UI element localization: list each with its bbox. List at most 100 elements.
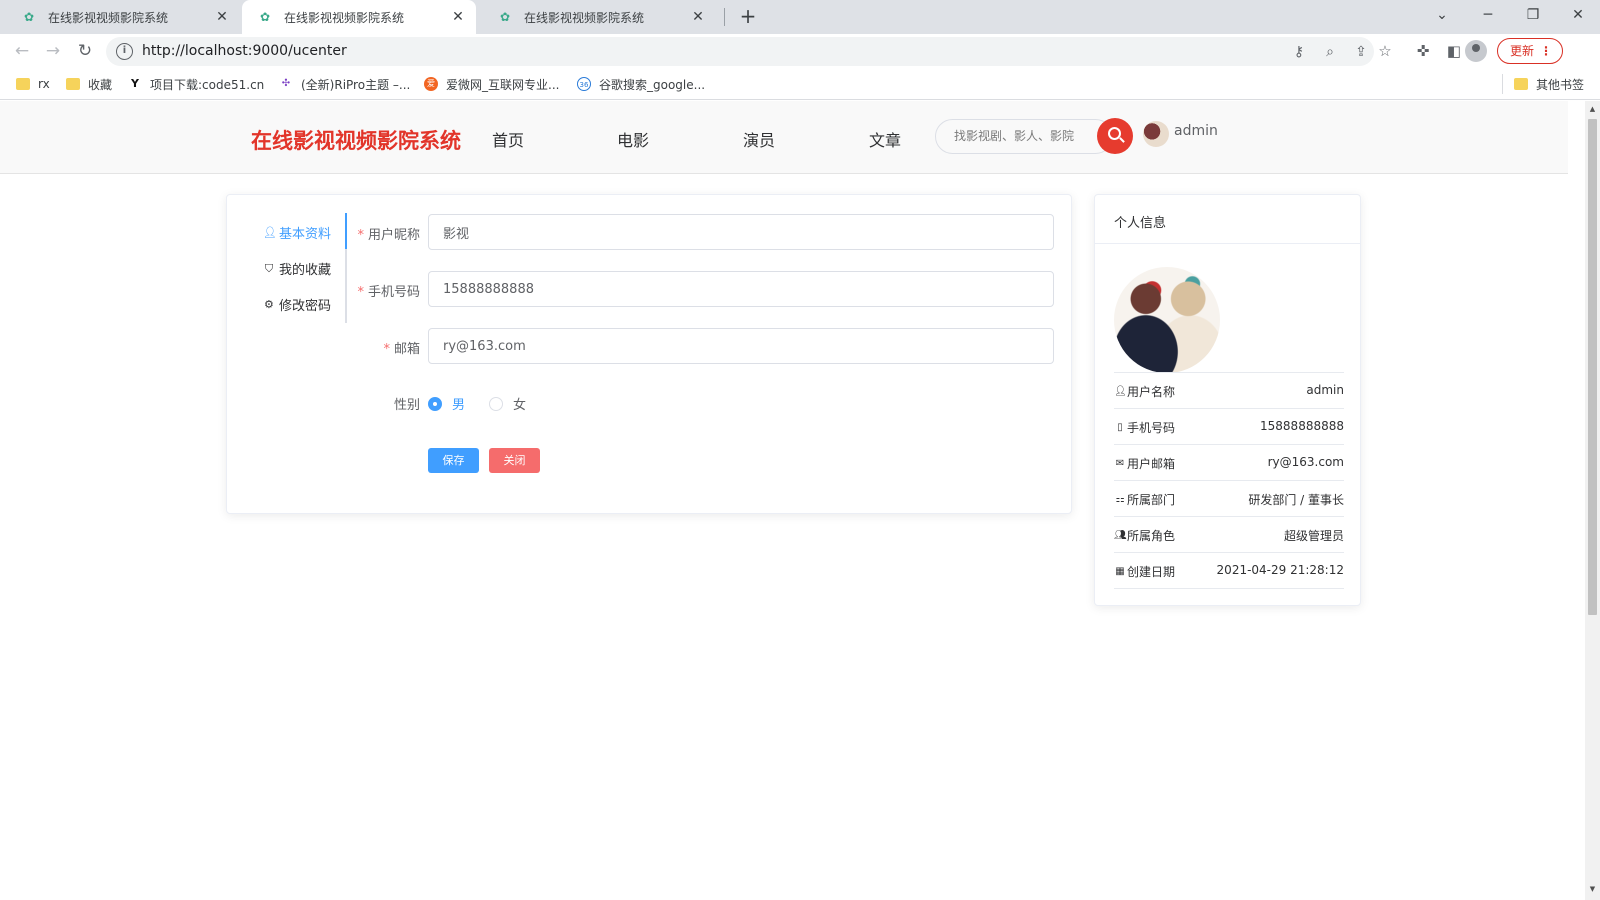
close-icon[interactable]: ✕ xyxy=(214,9,230,25)
info-row-department: ⚏ 所属部门 研发部门 / 董事长 xyxy=(1114,480,1344,516)
forward-arrow-icon[interactable]: → xyxy=(41,39,65,63)
phone-icon: ▯ xyxy=(1117,422,1123,433)
bookmark-code51[interactable]: Y 项目下载:code51.cn xyxy=(128,75,264,93)
menu-change-password[interactable]: ⚙ 修改密码 xyxy=(263,295,331,314)
info-key: 👤︎ 用户名称 xyxy=(1114,385,1176,399)
info-value: 15888888888 xyxy=(1260,419,1344,433)
close-icon[interactable]: ✕ xyxy=(450,9,466,25)
tab-title: 在线影视视频影院系统 xyxy=(284,10,405,25)
profile-side-menu: 👤︎ 基本资料 ⛉ 我的收藏 ⚙ 修改密码 xyxy=(227,213,347,323)
ripro-icon: ✣ xyxy=(281,78,291,89)
browser-tab-2[interactable]: ✿ 在线影视视频影院系统 ✕ xyxy=(242,0,476,34)
back-arrow-icon[interactable]: ← xyxy=(10,39,34,63)
menu-label: 基本资料 xyxy=(278,227,331,242)
info-row-role: 👥︎ 所属角色 超级管理员 xyxy=(1114,516,1344,552)
bookmark-label: 收藏 xyxy=(88,77,113,92)
date-icon: ▦ xyxy=(1115,566,1125,577)
bookmark-google-search[interactable]: 36 谷歌搜索_google... xyxy=(577,75,705,93)
tab-search-chevron-down-icon[interactable]: ⌄ xyxy=(1420,0,1464,30)
browser-toolbar: ← → ↻ i http://localhost:9000/ucenter ⚷ … xyxy=(0,34,1600,68)
profile-form-card: 👤︎ 基本资料 ⛉ 我的收藏 ⚙ 修改密码 *用户昵称 *手机号码 *邮箱 性别… xyxy=(226,194,1072,514)
tab-separator xyxy=(724,8,725,26)
info-row-email: ✉ 用户邮箱 ry@163.com xyxy=(1114,444,1344,480)
aiwei-icon: 爱 xyxy=(424,77,438,91)
info-key: 👥︎ 所属角色 xyxy=(1114,529,1176,543)
close-icon[interactable]: ✕ xyxy=(690,9,706,25)
scroll-thumb[interactable] xyxy=(1588,119,1597,615)
menu-basic-info[interactable]: 👤︎ 基本资料 xyxy=(263,223,331,242)
radio-checked-icon xyxy=(428,396,442,411)
close-window-button[interactable]: ✕ xyxy=(1556,0,1600,30)
site-info-icon[interactable]: i xyxy=(116,43,133,60)
email-input[interactable] xyxy=(428,328,1054,364)
avatar[interactable] xyxy=(1114,267,1220,373)
page-scrollbar[interactable]: ▲ ▼ xyxy=(1585,101,1600,900)
bookmark-ripro[interactable]: ✣ (全新)RiPro主题 –... xyxy=(279,75,411,93)
tab-title: 在线影视视频影院系统 xyxy=(48,10,169,25)
personal-info-card: 个人信息 👤︎ 用户名称 admin ▯ 手机号码 15888888888 ✉ 用户邮… xyxy=(1094,194,1361,606)
header-username[interactable]: admin xyxy=(1174,123,1218,139)
search-input[interactable] xyxy=(954,129,1084,143)
new-tab-button[interactable]: + xyxy=(736,5,760,29)
share-icon[interactable]: ⇪ xyxy=(1351,42,1371,62)
info-row-created-date: ▦ 创建日期 2021-04-29 21:28:12 xyxy=(1114,552,1344,588)
star-icon[interactable]: ☆ xyxy=(1374,40,1396,62)
bookmark-favorites[interactable]: 收藏 xyxy=(66,75,112,93)
bookmark-divider xyxy=(1502,74,1503,94)
bookmark-label: 项目下载:code51.cn xyxy=(150,77,265,92)
bookmark-aiwei[interactable]: 爱 爱微网_互联网专业... xyxy=(424,75,559,93)
scroll-down-arrow-icon[interactable]: ▼ xyxy=(1588,885,1597,895)
bookmark-other[interactable]: 其他书签 xyxy=(1514,75,1584,93)
update-button[interactable]: 更新 ⋮ xyxy=(1497,38,1563,64)
user-icon: 👤︎ xyxy=(262,226,277,239)
search-icon-handle xyxy=(1119,137,1125,143)
bookmark-label: 谷歌搜索_google... xyxy=(599,77,706,92)
close-button[interactable]: 关闭 xyxy=(489,448,540,473)
folder-icon xyxy=(1514,78,1528,90)
minimize-button[interactable]: ─ xyxy=(1466,0,1510,30)
extensions-puzzle-icon[interactable]: ✜ xyxy=(1412,40,1434,62)
key-icon[interactable]: ⚷ xyxy=(1289,42,1309,62)
zoom-icon[interactable]: ⌕ xyxy=(1320,42,1340,62)
menu-label: 我的收藏 xyxy=(278,263,331,278)
site-favicon-icon: ✿ xyxy=(260,10,271,24)
bookmark-rx[interactable]: rx xyxy=(16,75,50,93)
avatar[interactable] xyxy=(1143,121,1169,147)
360-icon: 36 xyxy=(577,77,591,91)
info-key: ▯ 手机号码 xyxy=(1114,419,1175,436)
address-bar[interactable]: i http://localhost:9000/ucenter ⚷ ⌕ ⇪ xyxy=(106,37,1374,66)
menu-label: 修改密码 xyxy=(278,299,331,314)
info-value: 研发部门 / 董事长 xyxy=(1248,493,1344,507)
site-header: 在线影视视频影院系统 首页 电影 演员 文章 admin xyxy=(0,101,1568,174)
y-logo-icon: Y xyxy=(131,77,139,90)
user-icon: 👤︎ xyxy=(1114,386,1127,397)
site-favicon-icon: ✿ xyxy=(24,10,35,24)
phone-input[interactable] xyxy=(428,271,1054,307)
menu-my-favorites[interactable]: ⛉ 我的收藏 xyxy=(263,259,331,279)
tab-title: 在线影视视频影院系统 xyxy=(524,10,645,25)
reload-icon[interactable]: ↻ xyxy=(73,39,97,63)
nav-actors[interactable]: 演员 xyxy=(743,127,775,151)
save-button[interactable]: 保存 xyxy=(428,448,479,473)
radio-label: 男 xyxy=(452,398,466,413)
nav-movies[interactable]: 电影 xyxy=(617,127,649,151)
update-label: 更新 xyxy=(1510,44,1535,58)
folder-icon xyxy=(16,78,30,90)
profile-avatar-icon[interactable] xyxy=(1465,40,1487,62)
gender-radio-female[interactable]: 女 xyxy=(489,394,526,413)
nav-articles[interactable]: 文章 xyxy=(869,127,901,151)
nickname-input[interactable] xyxy=(428,214,1054,250)
restore-button[interactable]: ❐ xyxy=(1511,0,1555,30)
bookmark-icon: ⛉ xyxy=(264,261,274,275)
radio-label: 女 xyxy=(513,398,527,413)
tree-icon: ⚏ xyxy=(1115,494,1125,505)
side-panel-icon[interactable]: ◧ xyxy=(1443,40,1465,62)
nav-home[interactable]: 首页 xyxy=(492,127,524,151)
site-favicon-icon: ✿ xyxy=(500,10,511,24)
browser-tab-1[interactable]: ✿ 在线影视视频影院系统 ✕ xyxy=(6,0,240,34)
site-logo-title[interactable]: 在线影视视频影院系统 xyxy=(251,125,461,155)
search-button[interactable] xyxy=(1097,118,1133,154)
scroll-up-arrow-icon[interactable]: ▲ xyxy=(1588,105,1597,115)
browser-tab-3[interactable]: ✿ 在线影视视频影院系统 ✕ xyxy=(482,0,716,34)
gender-radio-male[interactable]: 男 xyxy=(428,394,465,413)
